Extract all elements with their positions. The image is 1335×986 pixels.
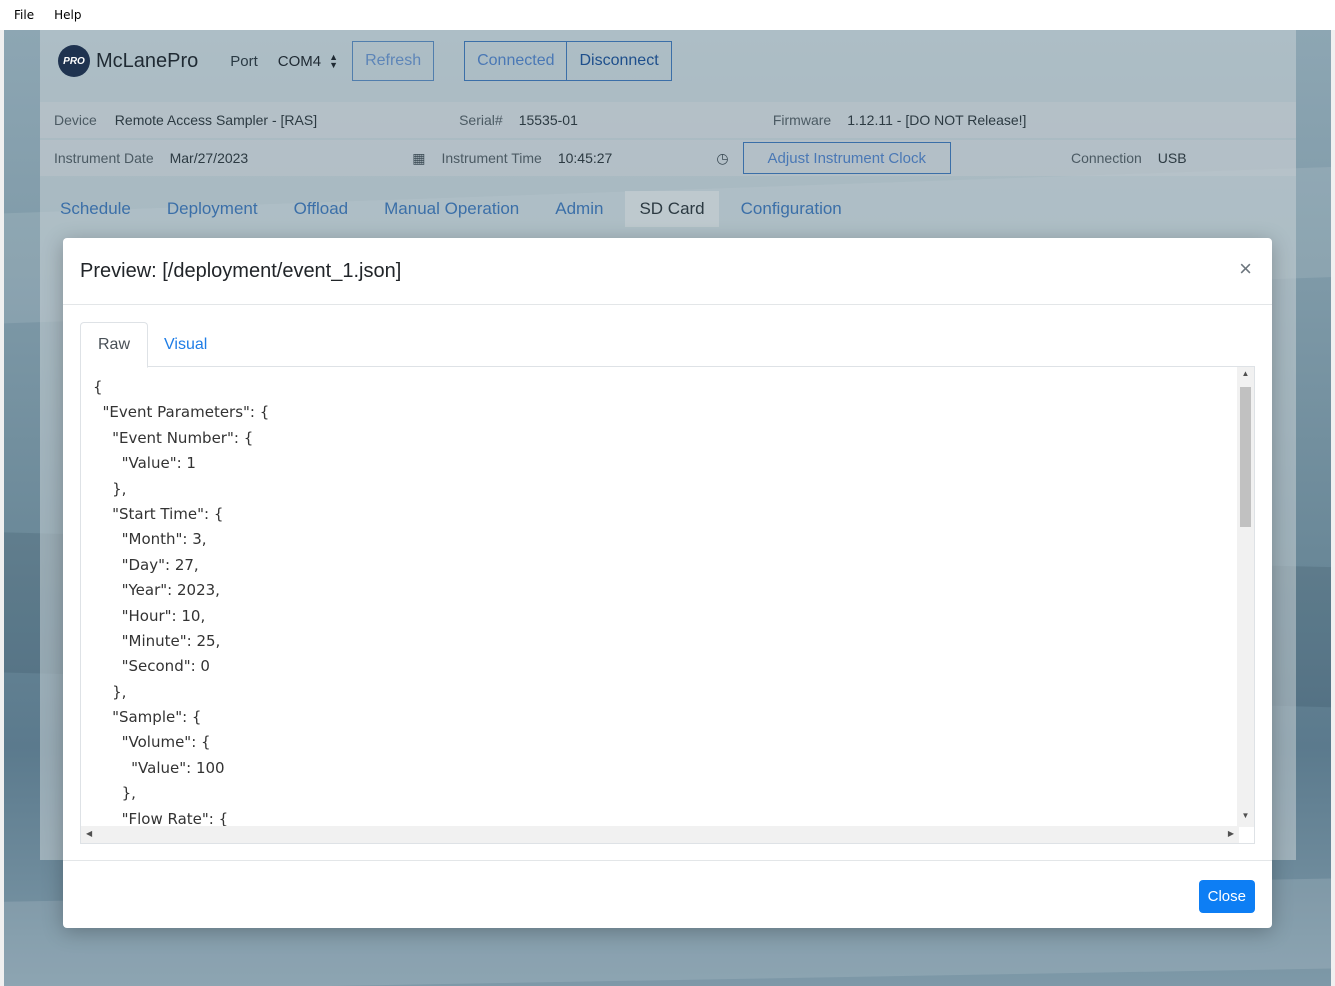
code-line: "Volume": { — [93, 733, 211, 752]
calendar-icon[interactable]: ▦ — [412, 150, 425, 167]
code-line: "Month": 3, — [93, 530, 207, 549]
tab-visual[interactable]: Visual — [147, 322, 224, 367]
tab-configuration[interactable]: Configuration — [741, 199, 842, 219]
horizontal-scrollbar[interactable]: ◀ ▶ — [81, 826, 1239, 843]
connection-label: Connection — [1070, 150, 1142, 166]
instrument-date-value: Mar/27/2023 — [169, 150, 249, 166]
code-line: "Year": 2023, — [93, 581, 220, 600]
scroll-right-icon[interactable]: ▶ — [1228, 829, 1234, 838]
clock-icon[interactable]: ◷ — [716, 150, 728, 167]
tab-sd-card[interactable]: SD Card — [625, 191, 719, 227]
logo: PRO McLanePro — [58, 45, 198, 77]
tab-admin[interactable]: Admin — [555, 199, 603, 219]
scroll-left-icon[interactable]: ◀ — [86, 829, 92, 838]
refresh-button[interactable]: Refresh — [352, 41, 435, 81]
main-tabs: Schedule Deployment Offload Manual Opera… — [60, 190, 878, 228]
port-select[interactable]: COM4 ▲ ▼ — [278, 53, 338, 70]
code-line: "Day": 27, — [93, 555, 199, 574]
tab-offload[interactable]: Offload — [294, 199, 349, 219]
device-value: Remote Access Sampler - [RAS] — [114, 112, 318, 128]
firmware-value: 1.12.11 - [DO NOT Release!] — [847, 112, 1027, 128]
modal-footer: Close — [63, 860, 1272, 928]
disconnect-button[interactable]: Disconnect — [566, 41, 672, 81]
code-line: "Sample": { — [93, 708, 202, 727]
device-info-row: Device Remote Access Sampler - [RAS] Ser… — [40, 102, 1296, 138]
connection-value: USB — [1157, 150, 1187, 166]
code-line: { — [93, 378, 103, 396]
modal-header: Preview: [/deployment/event_1.json] × — [63, 238, 1272, 305]
brand-name: McLanePro — [96, 49, 199, 72]
code-line: }, — [93, 682, 127, 701]
tab-deployment[interactable]: Deployment — [167, 199, 258, 219]
modal-title: Preview: [/deployment/event_1.json] — [80, 260, 402, 282]
select-arrows-icon: ▲ ▼ — [329, 52, 339, 70]
preview-tabs: Raw Visual — [80, 322, 1255, 368]
adjust-clock-button[interactable]: Adjust Instrument Clock — [742, 142, 951, 174]
logo-icon: PRO — [58, 45, 90, 77]
instrument-date-label: Instrument Date — [54, 150, 154, 166]
close-icon[interactable]: × — [1239, 258, 1252, 280]
instrument-time-label: Instrument Time — [441, 150, 542, 166]
serial-label: Serial# — [459, 112, 503, 128]
code-line: "Event Number": { — [93, 428, 254, 447]
connected-button[interactable]: Connected — [464, 41, 567, 81]
vertical-scrollbar[interactable]: ▲ ▼ — [1237, 367, 1254, 827]
serial-value: 15535-01 — [518, 112, 578, 128]
scrollbar-thumb[interactable] — [1240, 387, 1251, 527]
code-line: "Event Parameters": { — [93, 403, 270, 422]
tab-schedule[interactable]: Schedule — [60, 199, 131, 219]
close-button[interactable]: Close — [1198, 880, 1255, 913]
tab-raw[interactable]: Raw — [80, 322, 149, 368]
tab-manual-operation[interactable]: Manual Operation — [384, 199, 519, 219]
port-label: Port — [230, 52, 258, 70]
code-line: "Minute": 25, — [93, 631, 221, 650]
menu-file[interactable]: File — [14, 8, 34, 22]
code-line: "Start Time": { — [93, 504, 224, 523]
code-line: }, — [93, 784, 136, 803]
menu-help[interactable]: Help — [54, 8, 81, 22]
menu-bar: File Help — [0, 0, 1335, 30]
code-line: "Value": 1 — [93, 454, 196, 473]
code-line: "Second": 0 — [93, 657, 210, 676]
code-line: "Value": 100 — [93, 758, 225, 777]
scroll-down-icon[interactable]: ▼ — [1241, 811, 1250, 820]
port-value: COM4 — [277, 52, 322, 70]
instrument-time-value: 10:45:27 — [557, 150, 613, 166]
instrument-info-row: Instrument Date Mar/27/2023 ▦ Instrument… — [40, 140, 1296, 176]
scroll-up-icon[interactable]: ▲ — [1241, 369, 1250, 378]
top-bar: PRO McLanePro Port COM4 ▲ ▼ Refresh Conne… — [40, 30, 1296, 92]
raw-json-viewer[interactable]: { "Event Parameters": { "Event Number": … — [80, 367, 1255, 844]
code-line: }, — [93, 479, 127, 498]
firmware-label: Firmware — [772, 112, 832, 128]
code-line: "Hour": 10, — [93, 606, 206, 625]
device-label: Device — [54, 112, 97, 128]
preview-modal: Preview: [/deployment/event_1.json] × Ra… — [63, 238, 1272, 928]
json-content: { "Event Parameters": { "Event Number": … — [93, 375, 269, 832]
